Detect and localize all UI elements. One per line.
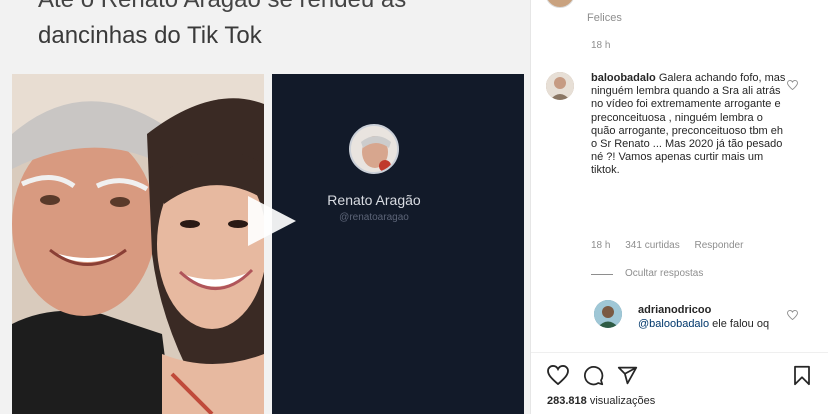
- hide-replies-button[interactable]: Ocultar respostas: [625, 268, 703, 279]
- reply-button[interactable]: Responder: [695, 240, 744, 251]
- reply-content: ele falou oq: [709, 317, 770, 330]
- views-label: visualizações: [589, 395, 656, 407]
- avatar[interactable]: [594, 300, 622, 328]
- share-icon[interactable]: [617, 365, 638, 386]
- comment-text: baloobadalo Galera achando fofo, mas nin…: [591, 72, 787, 178]
- reply-mention[interactable]: @baloobadalo: [638, 318, 709, 330]
- video-frame[interactable]: Renato Aragão @renatoaragao: [272, 74, 524, 414]
- avatar[interactable]: [545, 0, 575, 8]
- reply-text: adrianodricoo @baloobadalo ele falou oq: [638, 304, 796, 331]
- views-count: 283.818 visualizações: [547, 395, 655, 407]
- post-media: Até o Renato Aragão se rendeu às dancinh…: [0, 0, 530, 414]
- heart-icon[interactable]: [787, 310, 798, 320]
- video-profile-name: Renato Aragão: [327, 192, 421, 208]
- comments-panel: Felices 18 h baloobadalo Galera achando …: [530, 0, 828, 414]
- previous-comment-time: 18 h: [591, 40, 611, 51]
- comment-content: Galera achando fofo, mas ninguém lembra …: [591, 72, 786, 177]
- like-heart-icon[interactable]: [547, 365, 569, 385]
- comment-meta: 18 h 341 curtidas Responder: [591, 240, 755, 251]
- reply-username[interactable]: adrianodricoo: [638, 304, 711, 316]
- comment-time: 18 h: [591, 240, 611, 251]
- views-number: 283.818: [547, 395, 587, 407]
- post-headline: dancinhas do Tik Tok: [38, 22, 262, 49]
- divider: [591, 274, 613, 275]
- action-bar: 283.818 visualizações: [531, 352, 828, 414]
- headline-cut-top: Até o Renato Aragão se rendeu às: [38, 0, 406, 14]
- previous-comment-text: Felices: [587, 12, 622, 24]
- play-icon[interactable]: [238, 192, 300, 250]
- heart-icon[interactable]: [787, 80, 798, 90]
- bookmark-icon[interactable]: [793, 365, 811, 386]
- comment-icon[interactable]: [583, 365, 604, 386]
- comment-likes[interactable]: 341 curtidas: [625, 240, 679, 251]
- comment-username[interactable]: baloobadalo: [591, 72, 656, 84]
- avatar[interactable]: [546, 72, 574, 100]
- video-profile-avatar: [349, 124, 399, 174]
- video-profile-handle: @renatoaragao: [339, 212, 409, 223]
- selfie-photo: [12, 74, 264, 414]
